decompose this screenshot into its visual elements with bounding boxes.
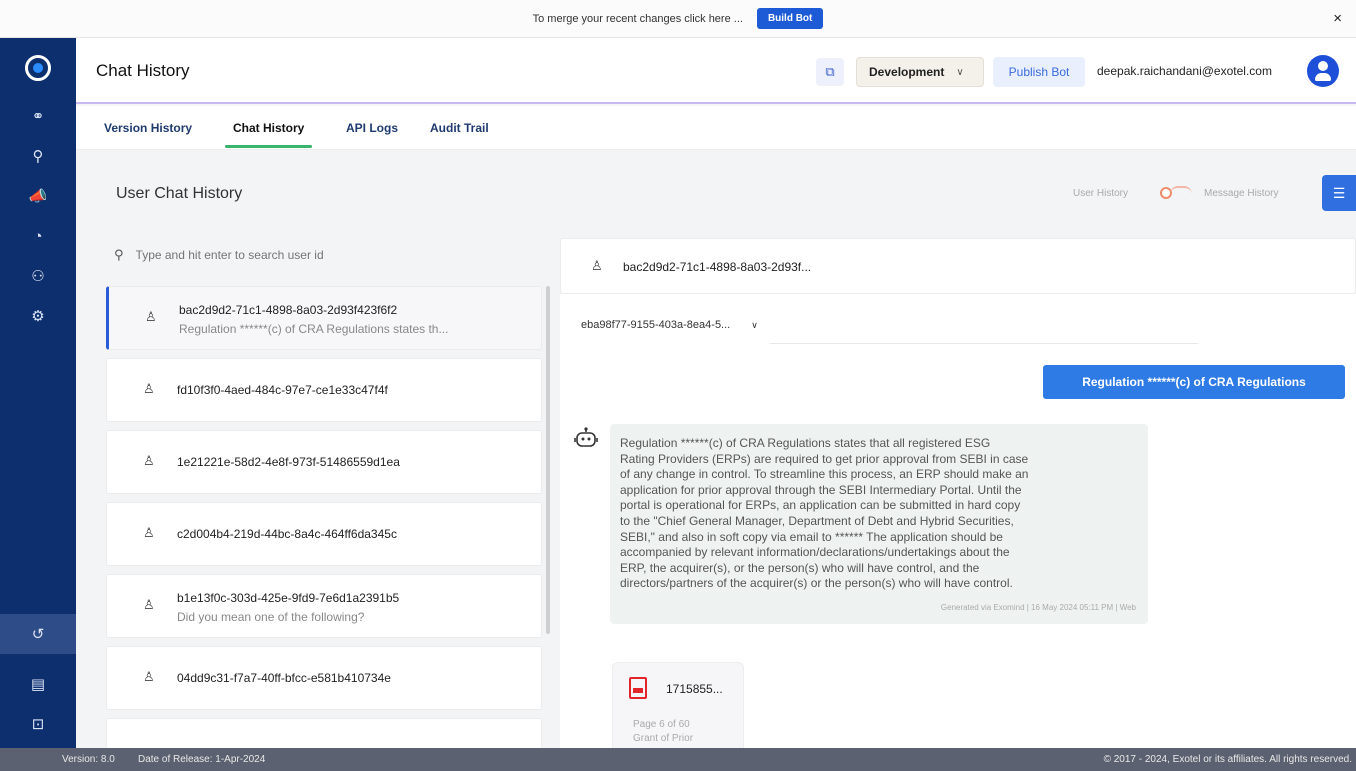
- docs-icon[interactable]: ▤: [0, 664, 76, 704]
- user-icon: ♙: [143, 381, 155, 396]
- merge-banner: To merge your recent changes click here …: [0, 0, 1356, 38]
- session-id: eba98f77-9155-403a-8ea4-5...: [581, 319, 731, 331]
- user-list-panel: ⚲ ♙ bac2d9d2-71c1-4898-8a03-2d93f423f6f2…: [104, 232, 550, 748]
- user-id: bac2d9d2-71c1-4898-8a03-2d93f423f6f2: [179, 303, 398, 317]
- integrations-icon[interactable]: ⚲: [0, 136, 76, 176]
- toggle-label-message: Message History: [1204, 188, 1279, 199]
- message-meta: Generated via Exomind | 16 May 2024 05:1…: [940, 603, 1136, 612]
- user-icon: ♙: [143, 453, 155, 468]
- sidebar: ⚭ ⚲ 📣 ◔ ⚇ ⚙ ↺ ▤ ⊡: [0, 38, 76, 748]
- user-id: 1e21221e-58d2-4e8f-973f-51486559d1ea: [177, 455, 400, 469]
- user-id: fd10f3f0-4aed-484c-97e7-ce1e33c47f4f: [177, 383, 388, 397]
- filter-button[interactable]: ☰: [1322, 175, 1356, 211]
- user-id: b1e13f0c-303d-425e-9fd9-7e6d1a2391b5: [177, 591, 400, 605]
- copyright-text: © 2017 - 2024, Exotel or its affiliates.…: [1103, 754, 1352, 765]
- bot-message-line: of any change in control. To streamline …: [620, 467, 1029, 482]
- publish-bot-button[interactable]: Publish Bot: [993, 57, 1085, 87]
- bot-icon: [574, 427, 598, 447]
- session-select[interactable]: eba98f77-9155-403a-8ea4-5... ∨: [581, 319, 758, 331]
- user-id: 04dd9c31-f7a7-40ff-bfcc-e581b410734e: [177, 671, 391, 685]
- attachment-snippet: Grant of Prior: [633, 733, 694, 744]
- bot-message-line: ERP, the acquirer(s), or the person(s) w…: [620, 560, 980, 575]
- version-text: Version: 8.0: [62, 754, 115, 765]
- flow-icon[interactable]: ⚭: [0, 96, 76, 136]
- message-preview: Regulation ******(c) of CRA Regulations …: [179, 322, 449, 336]
- copy-icon[interactable]: ⧉: [816, 58, 844, 86]
- user-icon: ♙: [143, 669, 155, 684]
- message-preview: Did you mean one of the following?: [177, 610, 365, 624]
- attachment-name: 1715855...: [666, 682, 723, 696]
- page-title: Chat History: [96, 61, 190, 80]
- bot-message-line: application for prior approval through t…: [620, 482, 1022, 497]
- attachment-card[interactable]: 1715855... Page 6 of 60 Grant of Prior: [612, 662, 744, 748]
- tab-chat-history[interactable]: Chat History: [224, 121, 313, 148]
- list-item[interactable]: ♙ bac2d9d2-71c1-4898-8a03-2d93f423f6f2 R…: [106, 286, 542, 350]
- section-title: User Chat History: [116, 185, 243, 202]
- search-bar: ⚲: [104, 232, 550, 278]
- tab-api-logs[interactable]: API Logs: [346, 121, 398, 135]
- tab-version-history[interactable]: Version History: [104, 121, 192, 135]
- user-icon: ♙: [591, 258, 603, 273]
- divider: [770, 343, 1198, 344]
- release-date: Date of Release: 1-Apr-2024: [138, 754, 266, 765]
- analytics-icon[interactable]: ◔: [0, 216, 76, 256]
- bot-message-bubble: Regulation ******(c) of CRA Regulations …: [610, 424, 1148, 624]
- users-icon[interactable]: ⚇: [0, 256, 76, 296]
- list-item[interactable]: ♙ 1e21221e-58d2-4e8f-973f-51486559d1ea: [106, 430, 542, 494]
- banner-message: To merge your recent changes click here …: [532, 12, 743, 25]
- build-bot-button[interactable]: Build Bot: [756, 8, 824, 29]
- user-email: deepak.raichandani@exotel.com: [1097, 64, 1272, 78]
- environment-select[interactable]: Development ∨: [856, 57, 984, 87]
- user-icon: ♙: [145, 309, 157, 324]
- campaign-icon[interactable]: 📣: [0, 176, 76, 216]
- search-icon: ⚲: [114, 247, 124, 262]
- list-item[interactable]: [106, 718, 542, 748]
- user-id: c2d004b4-219d-44bc-8a4c-464ff6da345c: [177, 527, 397, 541]
- bot-message-line: Regulation ******(c) of CRA Regulations …: [620, 436, 991, 450]
- chevron-down-icon: ∨: [956, 66, 964, 78]
- bot-message-line: Rating Providers (ERPs) are required to …: [620, 451, 1029, 466]
- user-icon: ♙: [143, 597, 155, 612]
- environment-value: Development: [869, 65, 945, 79]
- tab-audit-trail[interactable]: Audit Trail: [430, 121, 489, 135]
- settings-icon[interactable]: ⚙: [0, 296, 76, 336]
- conversation-header: ♙ bac2d9d2-71c1-4898-8a03-2d93f...: [560, 238, 1356, 294]
- collapse-icon[interactable]: ⊡: [0, 704, 76, 744]
- list-item[interactable]: ♙ 04dd9c31-f7a7-40ff-bfcc-e581b410734e: [106, 646, 542, 710]
- bot-message-line: accompanied by relevant information/decl…: [620, 545, 1010, 560]
- app-header: Chat History ⧉ Development ∨ Publish Bot…: [76, 38, 1356, 104]
- history-toggle[interactable]: [1156, 186, 1192, 200]
- history-icon[interactable]: ↺: [0, 614, 76, 654]
- toggle-track: [1170, 186, 1192, 194]
- search-input[interactable]: [135, 248, 496, 262]
- bot-message-line: SEBI," and also in soft copy via email t…: [620, 529, 1003, 544]
- user-message-bubble: Regulation ******(c) of CRA Regulations: [1043, 365, 1345, 399]
- bot-message-text: Regulation ******(c) of CRA Regulations …: [620, 436, 1138, 592]
- user-icon: ♙: [143, 525, 155, 540]
- bot-message-line: portal is operational for ERPs, an appli…: [620, 498, 1021, 513]
- toggle-label-user: User History: [1073, 188, 1129, 199]
- pdf-icon: [629, 677, 647, 699]
- list-item[interactable]: ♙ b1e13f0c-303d-425e-9fd9-7e6d1a2391b5 D…: [106, 574, 542, 638]
- exotel-logo-icon[interactable]: [25, 55, 51, 81]
- list-item[interactable]: ♙ c2d004b4-219d-44bc-8a4c-464ff6da345c: [106, 502, 542, 566]
- footer: Version: 8.0 Date of Release: 1-Apr-2024…: [0, 748, 1356, 771]
- filter-icon: ☰: [1332, 184, 1346, 201]
- avatar[interactable]: [1307, 55, 1339, 87]
- tab-bar: Version History Chat History API Logs Au…: [76, 106, 1356, 150]
- close-icon[interactable]: ×: [1333, 10, 1342, 27]
- chevron-down-icon: ∨: [751, 320, 758, 330]
- attachment-page: Page 6 of 60: [633, 719, 690, 730]
- bot-message-line: directors/partners of the acquirer(s) or…: [620, 576, 1013, 591]
- conversation-user-id: bac2d9d2-71c1-4898-8a03-2d93f...: [623, 260, 812, 274]
- list-item[interactable]: ♙ fd10f3f0-4aed-484c-97e7-ce1e33c47f4f: [106, 358, 542, 422]
- bot-message-line: to the "Chief General Manager, Departmen…: [620, 513, 1014, 528]
- list-scrollbar[interactable]: [546, 286, 550, 634]
